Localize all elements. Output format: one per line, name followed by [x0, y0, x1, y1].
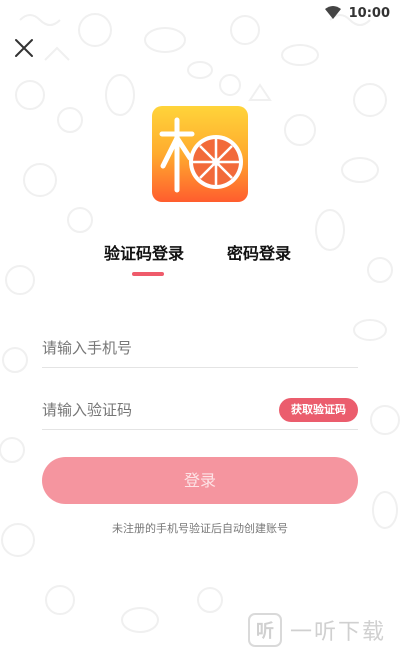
grapefruit-icon	[159, 117, 243, 193]
watermark-badge: 听	[248, 613, 282, 647]
phone-input[interactable]	[42, 334, 262, 362]
status-time: 10:00	[348, 5, 390, 21]
phone-field	[42, 328, 358, 368]
app-logo	[152, 106, 248, 202]
verification-code-input[interactable]	[42, 396, 262, 424]
active-tab-indicator	[132, 272, 164, 276]
wifi-icon	[324, 6, 341, 19]
close-icon	[15, 39, 33, 57]
login-tabs: 验证码登录 密码登录	[0, 240, 400, 280]
code-field: 获取验证码	[42, 390, 358, 430]
status-bar: 10:00	[0, 0, 400, 26]
watermark: 听 一听下载	[248, 610, 386, 650]
tab-sms-login[interactable]: 验证码登录	[104, 240, 184, 264]
auto-register-hint: 未注册的手机号验证后自动创建账号	[112, 522, 288, 535]
close-button[interactable]	[10, 34, 38, 62]
get-code-button[interactable]: 获取验证码	[279, 398, 358, 422]
login-button[interactable]: 登录	[42, 457, 358, 504]
tab-password-login[interactable]: 密码登录	[227, 240, 291, 264]
watermark-text: 一听下载	[290, 620, 387, 645]
